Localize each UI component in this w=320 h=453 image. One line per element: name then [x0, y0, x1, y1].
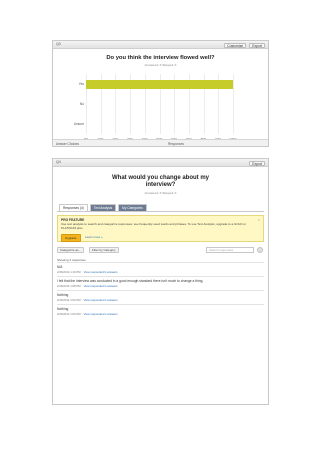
- view-respondent-link[interactable]: View respondent's answers: [84, 270, 118, 274]
- export-button[interactable]: Export: [249, 160, 265, 166]
- response-text: N/A: [57, 265, 63, 269]
- list-item: N/A 2/26/2014 1:19 PM View respondent's a…: [57, 262, 264, 276]
- category-label: Unsure: [73, 122, 84, 126]
- search-input[interactable]: Search responses: [206, 247, 254, 253]
- view-respondent-link[interactable]: View respondent's answers: [84, 284, 118, 288]
- close-icon[interactable]: ×: [258, 217, 260, 222]
- customize-button[interactable]: Customize: [224, 42, 247, 48]
- tab-responses[interactable]: Responses (4): [59, 204, 88, 211]
- categorize-dropdown[interactable]: Categorize as...: [57, 247, 85, 253]
- tab-bar: Responses (4) Text Analysis My Categorie…: [59, 204, 268, 211]
- view-respondent-link[interactable]: View respondent's answers: [84, 312, 118, 316]
- filter-by-category-dropdown[interactable]: Filter by Category: [89, 247, 119, 253]
- tab-text-analysis[interactable]: Text Analysis: [89, 204, 117, 211]
- answered-skipped: Answered: 6 Skipped: 0: [144, 191, 177, 195]
- pro-feature-notice: PRO FEATURE Use text analysis to search …: [57, 215, 264, 242]
- category-label: Yes: [78, 82, 84, 86]
- bar-chart: Yes No Unsure: [74, 74, 234, 134]
- list-item: Nothing 2/26/2014 1:00 PM View respondent…: [57, 304, 264, 318]
- question-3-panel: Q3 Customize Export Do you think the int…: [52, 40, 269, 147]
- responses-label: Responses: [168, 141, 184, 146]
- notice-text: Use text analysis to search and categori…: [61, 222, 246, 230]
- answered-skipped: Answered: 6 Skipped: 0: [144, 63, 177, 67]
- question-title: What would you change about my interview…: [111, 175, 209, 188]
- view-respondent-link[interactable]: View respondent's answers: [84, 298, 118, 302]
- answer-choices-label: Answer Choices: [56, 141, 80, 146]
- tab-my-categories[interactable]: My Categories: [118, 204, 147, 211]
- list-item: I felt that the interview was conducted …: [57, 276, 264, 290]
- export-button[interactable]: Export: [249, 42, 265, 48]
- response-text: I felt that the interview was conducted …: [57, 279, 204, 283]
- question-title: Do you think the interview flowed well?: [106, 55, 215, 61]
- response-list: N/A 2/26/2014 1:19 PM View respondent's a…: [53, 262, 268, 318]
- upgrade-button[interactable]: Upgrade: [61, 234, 81, 242]
- response-date: 2/26/2014 1:08 PM: [57, 284, 81, 288]
- response-text: Nothing: [57, 307, 69, 311]
- category-label: No: [79, 102, 84, 106]
- response-date: 2/26/2014 1:19 PM: [57, 270, 81, 274]
- search-icon[interactable]: [257, 247, 263, 253]
- panel-header: Q3 Customize Export: [53, 41, 268, 49]
- filter-bar: Categorize as... Filter by Category Sear…: [57, 247, 264, 254]
- question-4-panel: Q4 Export What would you change about my…: [52, 158, 269, 405]
- grid-line: [233, 74, 234, 134]
- learn-more-link[interactable]: Learn more »: [85, 235, 103, 239]
- response-date: 2/26/2014 1:00 PM: [57, 298, 81, 302]
- question-number: Q4: [56, 160, 61, 164]
- question-number: Q3: [56, 42, 61, 46]
- bar: [86, 79, 233, 89]
- list-item: Nothing 2/26/2014 1:00 PM View respondent…: [57, 290, 264, 304]
- panel-header: Q4 Export: [53, 159, 268, 167]
- response-text: Nothing: [57, 293, 69, 297]
- response-date: 2/26/2014 1:00 PM: [57, 312, 81, 316]
- answer-table-header: Answer Choices Responses: [53, 139, 268, 146]
